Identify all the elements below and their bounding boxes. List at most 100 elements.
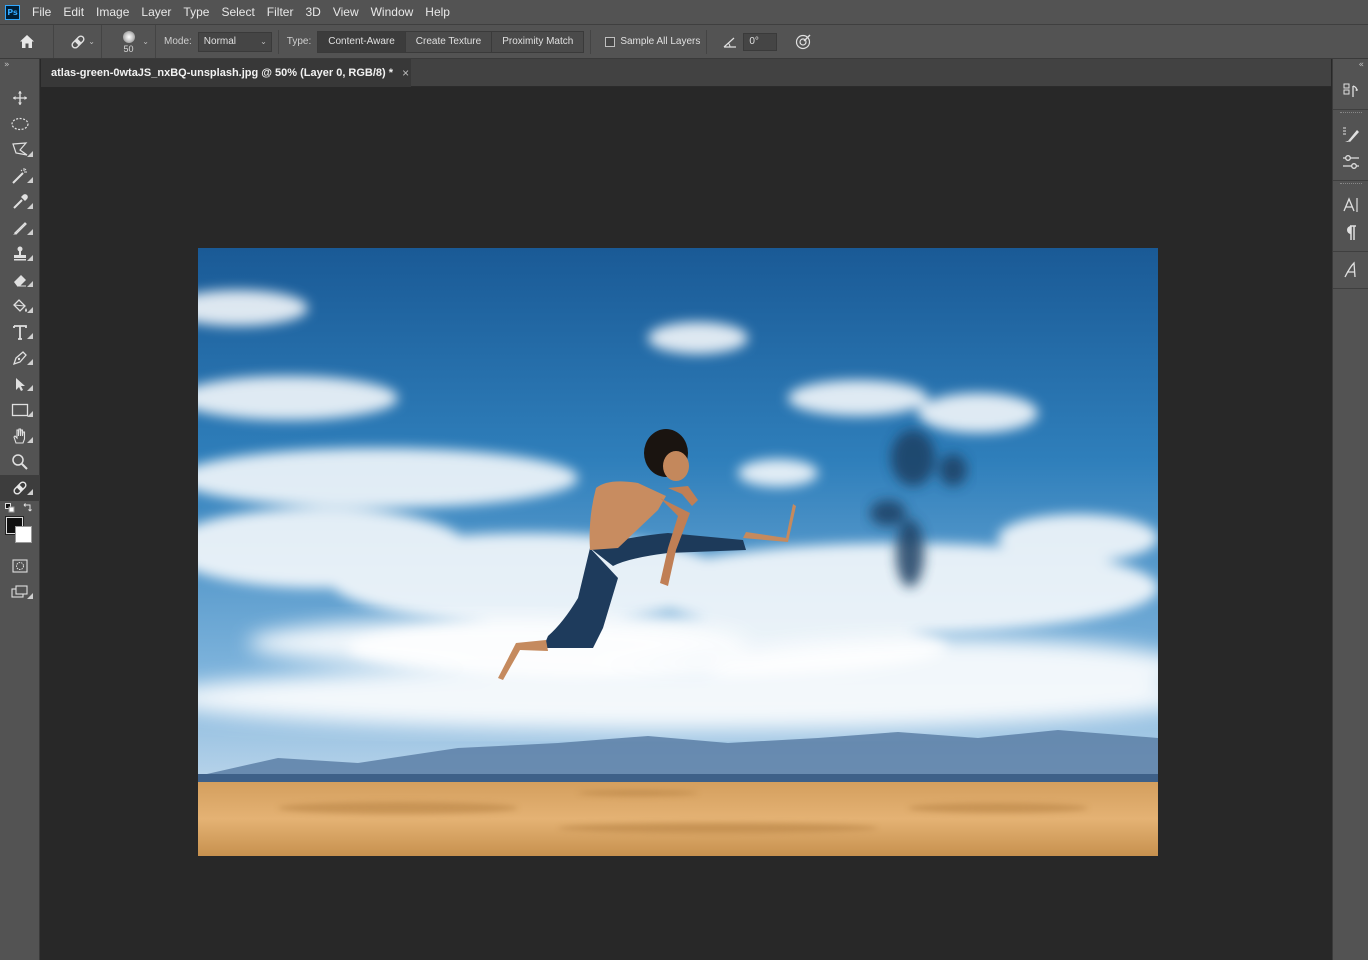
- elliptical-marquee-tool[interactable]: [0, 111, 40, 137]
- collapse-toolbar-icon[interactable]: »: [0, 59, 39, 73]
- brushes-icon: [1343, 127, 1359, 142]
- content-aware-button[interactable]: Content-Aware: [318, 31, 406, 52]
- menu-filter[interactable]: Filter: [261, 0, 300, 24]
- mode-label: Mode:: [164, 36, 192, 47]
- type-tool[interactable]: [0, 319, 40, 345]
- brush-picker[interactable]: 50 ⌄: [102, 25, 156, 58]
- more-tools-indicator: [27, 229, 33, 235]
- chevron-down-icon: ⌄: [260, 36, 267, 46]
- more-tools-indicator: [27, 437, 33, 443]
- options-bar: ⌄ 50 ⌄ Mode: Normal ⌄ Type: Content-Awar…: [0, 24, 1368, 59]
- quick-mask-button[interactable]: [0, 553, 40, 579]
- divider: [277, 29, 279, 54]
- spot-healing-brush-icon: [13, 481, 27, 495]
- rectangle-tool[interactable]: [0, 397, 40, 423]
- character-panel-button[interactable]: [1333, 191, 1368, 219]
- more-tools-indicator: [27, 333, 33, 339]
- menu-type[interactable]: Type: [177, 0, 215, 24]
- pressure-size-icon[interactable]: [795, 34, 811, 50]
- more-tools-indicator: [27, 255, 33, 261]
- paragraph-panel-button[interactable]: [1333, 219, 1368, 247]
- pen-tool[interactable]: [0, 345, 40, 371]
- document-canvas-image[interactable]: [198, 248, 1158, 856]
- sample-all-layers-checkbox[interactable]: [605, 36, 616, 47]
- zoom-icon: [12, 454, 28, 470]
- panel-group-glyphs: [1333, 252, 1368, 289]
- mode-select[interactable]: Normal ⌄: [197, 31, 272, 52]
- panel-group-type: [1333, 187, 1368, 252]
- canvas-workspace[interactable]: [41, 88, 1315, 960]
- move-tool[interactable]: [0, 85, 40, 111]
- document-tab-bar: atlas-green-0wtaJS_nxBQ-unsplash.jpg @ 5…: [41, 59, 1331, 87]
- path-selection-icon: [16, 378, 25, 391]
- more-tools-indicator: [27, 307, 33, 313]
- home-icon: [19, 35, 34, 48]
- chevron-down-icon: ⌄: [88, 37, 95, 46]
- magic-wand-tool[interactable]: [0, 163, 40, 189]
- divider: [590, 29, 592, 54]
- photoshop-window: Ps File Edit Image Layer Type Select Fil…: [0, 0, 1368, 960]
- close-icon[interactable]: ×: [402, 66, 409, 80]
- divider: [706, 29, 708, 54]
- paint-bucket-tool[interactable]: [0, 293, 40, 319]
- menu-select[interactable]: Select: [215, 0, 260, 24]
- menu-help[interactable]: Help: [419, 0, 456, 24]
- panel-group-brushes: [1333, 116, 1368, 181]
- screen-mode-button[interactable]: [0, 579, 40, 605]
- clone-stamp-tool[interactable]: [0, 241, 40, 267]
- character-icon: [1343, 197, 1358, 212]
- hand-tool[interactable]: [0, 423, 40, 449]
- zoom-tool[interactable]: [0, 449, 40, 475]
- brush-angle-input[interactable]: 0°: [743, 32, 778, 51]
- more-tools-indicator: [27, 489, 33, 495]
- document-tab-title: atlas-green-0wtaJS_nxBQ-unsplash.jpg @ 5…: [51, 67, 394, 79]
- color-swatches: [0, 501, 40, 553]
- document-tab[interactable]: atlas-green-0wtaJS_nxBQ-unsplash.jpg @ 5…: [41, 59, 411, 87]
- quick-mask-icon: [12, 559, 28, 573]
- swap-colors-icon[interactable]: [22, 503, 32, 513]
- create-texture-button[interactable]: Create Texture: [405, 31, 493, 52]
- more-tools-indicator: [27, 385, 33, 391]
- default-colors-icon[interactable]: [5, 503, 15, 513]
- glyphs-panel-button[interactable]: [1333, 256, 1368, 284]
- spot-healing-brush-tool[interactable]: [0, 475, 40, 501]
- menu-image[interactable]: Image: [90, 0, 135, 24]
- type-button-group: Content-Aware Create Texture Proximity M…: [317, 30, 585, 53]
- path-selection-tool[interactable]: [0, 371, 40, 397]
- brush-size-value: 50: [123, 44, 134, 54]
- more-tools-indicator: [27, 177, 33, 183]
- proximity-match-button[interactable]: Proximity Match: [492, 31, 584, 52]
- menu-edit[interactable]: Edit: [57, 0, 90, 24]
- panel-grip[interactable]: [1339, 112, 1362, 114]
- polygonal-lasso-tool[interactable]: [0, 137, 40, 163]
- panel-grip[interactable]: [1339, 183, 1362, 185]
- menu-3d[interactable]: 3D: [299, 0, 326, 24]
- tools-panel: »: [0, 59, 40, 960]
- sample-all-layers-label: Sample All Layers: [620, 36, 701, 47]
- menu-file[interactable]: File: [26, 0, 57, 24]
- brushes-panel-button[interactable]: [1333, 120, 1368, 148]
- photoshop-logo: Ps: [5, 4, 20, 20]
- panel-gutter: [1315, 88, 1332, 960]
- more-tools-indicator: [27, 593, 33, 599]
- mode-select-value: Normal: [203, 36, 237, 47]
- history-icon: [1343, 83, 1358, 97]
- more-tools-indicator: [27, 411, 33, 417]
- brush-tool[interactable]: [0, 215, 40, 241]
- menu-view[interactable]: View: [327, 0, 365, 24]
- spot-healing-brush-icon: [70, 34, 85, 49]
- home-button[interactable]: [0, 25, 54, 58]
- menu-window[interactable]: Window: [365, 0, 420, 24]
- tool-preset-picker[interactable]: ⌄: [54, 25, 102, 58]
- menu-bar: Ps File Edit Image Layer Type Select Fil…: [0, 0, 1368, 24]
- type-icon: [13, 325, 27, 340]
- eyedropper-tool[interactable]: [0, 189, 40, 215]
- expand-panels-icon[interactable]: «: [1333, 59, 1368, 73]
- adjustments-icon: [1343, 155, 1359, 169]
- menu-layer[interactable]: Layer: [135, 0, 177, 24]
- history-panel-button[interactable]: [1333, 77, 1368, 105]
- more-tools-indicator: [27, 281, 33, 287]
- adjustments-panel-button[interactable]: [1333, 148, 1368, 176]
- background-color-swatch[interactable]: [15, 526, 32, 543]
- eraser-tool[interactable]: [0, 267, 40, 293]
